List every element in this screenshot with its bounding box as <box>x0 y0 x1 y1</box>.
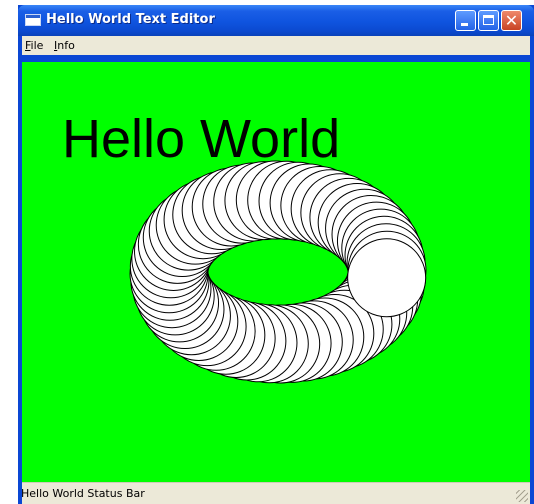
menu-info[interactable]: Info <box>54 39 75 52</box>
minimize-icon <box>461 23 468 26</box>
status-bar-text: Hello World Status Bar <box>21 487 145 500</box>
title-bar[interactable]: Hello World Text Editor ✕ <box>18 5 534 36</box>
drawing-canvas[interactable]: Hello World <box>22 62 530 482</box>
window-title: Hello World Text Editor <box>46 12 215 27</box>
minimize-button[interactable] <box>455 10 476 31</box>
maximize-button[interactable] <box>478 10 499 31</box>
ring-circle <box>347 238 427 318</box>
circle-ring-drawing <box>129 160 427 384</box>
resize-grip-icon[interactable] <box>516 490 528 502</box>
menu-file-label: ile <box>30 39 44 52</box>
app-window-icon[interactable] <box>25 14 41 26</box>
menu-info-label: nfo <box>57 39 75 52</box>
menu-bar: File Info <box>22 36 530 55</box>
status-bar: Hello World Status Bar <box>21 482 530 504</box>
close-button[interactable]: ✕ <box>501 10 522 31</box>
application-window: Hello World Text Editor ✕ File Info Hell… <box>18 5 534 504</box>
maximize-icon <box>483 15 494 25</box>
canvas-drawing: Hello World <box>62 109 427 384</box>
menu-file[interactable]: File <box>25 39 43 52</box>
canvas-hello-text: Hello World <box>62 109 340 169</box>
close-icon: ✕ <box>504 11 519 30</box>
